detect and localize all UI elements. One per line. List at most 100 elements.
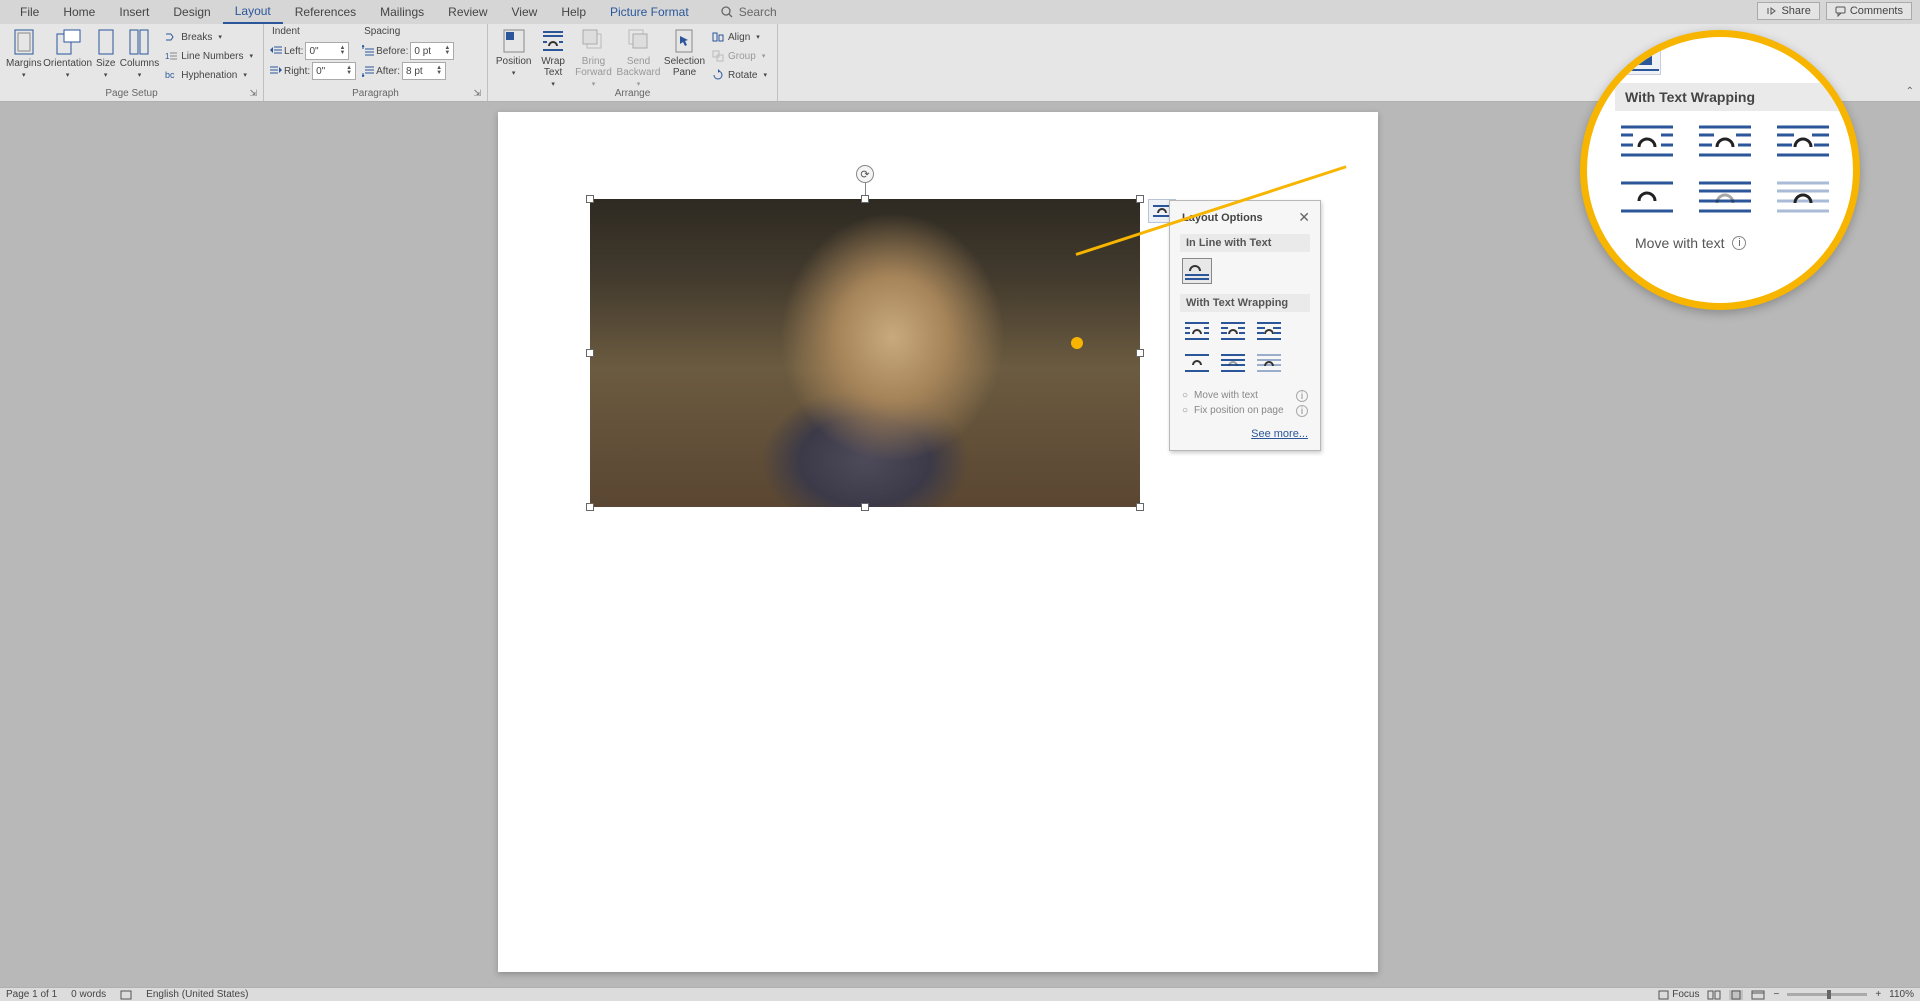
callout-title: With Text Wrapping — [1615, 83, 1850, 111]
indent-left-input[interactable]: 0"▲▼ — [305, 42, 349, 60]
wrap-text-button[interactable]: Wrap Text▾ — [535, 26, 571, 88]
tab-insert[interactable]: Insert — [107, 1, 161, 23]
resize-handle-ml[interactable] — [586, 349, 594, 357]
send-backward-button[interactable]: Send Backward▾ — [616, 26, 661, 88]
wrap-option-front[interactable] — [1254, 350, 1284, 376]
selection-pane-icon — [672, 28, 696, 54]
margins-button[interactable]: Margins▾ — [6, 26, 42, 88]
margins-label: Margins — [6, 58, 42, 69]
resize-handle-tr[interactable] — [1136, 195, 1144, 203]
radio-fix-position-label: Fix position on page — [1194, 405, 1284, 416]
position-icon — [502, 28, 526, 54]
resize-handle-tl[interactable] — [586, 195, 594, 203]
layout-options-close-button[interactable]: ✕ — [1298, 209, 1310, 226]
indent-right-input[interactable]: 0"▲▼ — [312, 62, 356, 80]
search-placeholder: Search — [739, 5, 777, 19]
zoom-slider-thumb[interactable] — [1827, 990, 1831, 999]
paragraph-group-label: Paragraph⇲ — [270, 88, 481, 101]
line-numbers-button[interactable]: 1Line Numbers▾ — [161, 47, 257, 65]
rotate-icon — [712, 69, 724, 81]
zoom-in-button[interactable]: + — [1875, 989, 1881, 1000]
hyphenation-button[interactable]: bcHyphenation▾ — [161, 66, 257, 84]
inserted-image[interactable]: ⟳ — [590, 199, 1140, 507]
tab-review[interactable]: Review — [436, 1, 499, 23]
tab-references[interactable]: References — [283, 1, 368, 23]
hyphenation-icon: bc — [165, 69, 177, 81]
spacing-before-value: 0 pt — [414, 46, 431, 57]
breaks-button[interactable]: Breaks▾ — [161, 28, 257, 46]
wrap-option-tight[interactable] — [1218, 318, 1248, 344]
radio-fix-position[interactable]: ○Fix position on pagei — [1182, 405, 1308, 416]
spacing-after-icon — [362, 65, 374, 77]
spacing-after-input[interactable]: 8 pt▲▼ — [402, 62, 446, 80]
group-label: Group — [728, 51, 756, 62]
status-words[interactable]: 0 words — [71, 989, 106, 1000]
resize-handle-bm[interactable] — [861, 503, 869, 511]
layout-options-panel: Layout Options ✕ In Line with Text With … — [1169, 200, 1321, 451]
rotate-button[interactable]: Rotate▾ — [708, 66, 771, 84]
share-label: Share — [1781, 5, 1810, 17]
zoom-slider[interactable] — [1787, 993, 1867, 996]
selection-pane-button[interactable]: Selection Pane — [663, 26, 706, 88]
share-button[interactable]: Share — [1757, 2, 1819, 20]
rotate-handle[interactable]: ⟳ — [856, 165, 874, 183]
align-icon — [712, 31, 724, 43]
columns-button[interactable]: Columns▾ — [120, 26, 159, 88]
line-numbers-label: Line Numbers — [181, 51, 243, 62]
indent-left-value: 0" — [309, 46, 318, 57]
info-icon[interactable]: i — [1296, 390, 1308, 402]
tab-view[interactable]: View — [500, 1, 550, 23]
read-mode-view-button[interactable] — [1707, 990, 1721, 1000]
tab-design[interactable]: Design — [161, 1, 222, 23]
zoom-level[interactable]: 110% — [1889, 989, 1914, 1000]
comments-icon — [1835, 6, 1846, 17]
status-language[interactable]: English (United States) — [146, 989, 248, 1000]
search-box[interactable]: Search — [721, 5, 777, 19]
status-page[interactable]: Page 1 of 1 — [6, 989, 57, 1000]
group-button[interactable]: Group▾ — [708, 47, 771, 65]
spacing-before-input[interactable]: 0 pt▲▼ — [410, 42, 454, 60]
position-button[interactable]: Position▾ — [494, 26, 533, 88]
info-icon[interactable]: i — [1296, 405, 1308, 417]
wrap-option-top-bottom[interactable] — [1182, 350, 1212, 376]
print-layout-view-button[interactable] — [1729, 990, 1743, 1000]
bring-forward-button[interactable]: Bring Forward▾ — [573, 26, 614, 88]
wrap-option-square[interactable] — [1182, 318, 1212, 344]
focus-mode-button[interactable]: Focus — [1658, 989, 1699, 1000]
callout-wrap-front — [1775, 177, 1831, 217]
zoom-out-button[interactable]: − — [1773, 989, 1779, 1000]
size-button[interactable]: Size▾ — [94, 26, 118, 88]
tab-home[interactable]: Home — [51, 1, 107, 23]
resize-handle-br[interactable] — [1136, 503, 1144, 511]
callout-source-dot — [1071, 337, 1083, 349]
collapse-ribbon-button[interactable]: ⌃ — [1906, 86, 1914, 97]
wrap-text-icon — [541, 28, 565, 54]
radio-move-with-text[interactable]: ○Move with texti — [1182, 390, 1308, 401]
info-icon: i — [1732, 236, 1746, 250]
see-more-link[interactable]: See more... — [1170, 424, 1320, 450]
web-layout-view-button[interactable] — [1751, 990, 1765, 1000]
wrap-option-behind[interactable] — [1218, 350, 1248, 376]
send-backward-label: Send Backward — [616, 56, 661, 78]
tab-layout[interactable]: Layout — [223, 0, 283, 24]
wrap-option-through[interactable] — [1254, 318, 1284, 344]
tab-mailings[interactable]: Mailings — [368, 1, 436, 23]
position-label: Position — [496, 56, 532, 67]
rotate-handle-line — [865, 183, 866, 195]
paragraph-launcher[interactable]: ⇲ — [473, 88, 481, 99]
align-button[interactable]: Align▾ — [708, 28, 771, 46]
resize-handle-mr[interactable] — [1136, 349, 1144, 357]
resize-handle-tm[interactable] — [861, 195, 869, 203]
tab-picture-format[interactable]: Picture Format — [598, 1, 701, 23]
resize-handle-bl[interactable] — [586, 503, 594, 511]
page-setup-launcher[interactable]: ⇲ — [249, 88, 257, 99]
orientation-button[interactable]: Orientation▾ — [44, 26, 92, 88]
tab-help[interactable]: Help — [549, 1, 598, 23]
bring-forward-icon — [581, 28, 605, 54]
wrap-option-inline[interactable] — [1182, 258, 1212, 284]
tab-file[interactable]: File — [8, 1, 51, 23]
indent-right-label: Right: — [284, 66, 310, 77]
align-label: Align — [728, 32, 750, 43]
comments-button[interactable]: Comments — [1826, 2, 1912, 20]
spellcheck-icon[interactable] — [120, 990, 132, 1000]
